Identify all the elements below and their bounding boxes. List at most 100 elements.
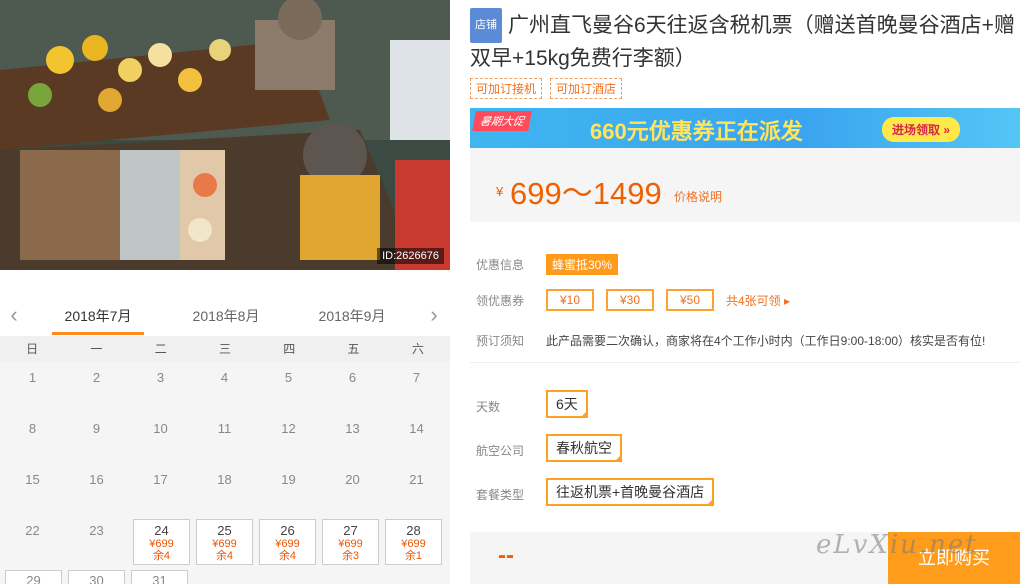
chevron-left-icon[interactable]: ‹ (4, 304, 24, 326)
calendar-day[interactable]: 26 ¥699 余4 (259, 519, 316, 565)
day-number: 5 (284, 370, 293, 385)
day-number: 16 (89, 472, 104, 487)
calendar-row: 1 2 3 4 5 6 7 (0, 362, 450, 413)
coupon-more-link[interactable]: 共4张可领 ▸ (726, 292, 790, 309)
days-option[interactable]: 6天 (546, 390, 588, 418)
day-number: 7 (412, 370, 421, 385)
product-title: 店铺 广州直飞曼谷6天往返含税机票（赠送首晚曼谷酒店+赠双早+15kg免费行李额） (470, 8, 1020, 74)
promo-label: 优惠信息 (476, 258, 525, 272)
calendar-day[interactable]: 28 ¥699 余1 (385, 519, 442, 565)
day-number: 11 (217, 421, 232, 436)
calendar-day: 7 (385, 362, 448, 413)
calendar-day: 14 (385, 413, 448, 464)
calendar-day: 29 (5, 570, 62, 584)
day-number: 26 (280, 523, 295, 538)
total-price: -- (498, 542, 514, 569)
divider (470, 362, 1020, 363)
tag-hotel: 可加订酒店 (550, 78, 623, 99)
day-number: 27 (343, 523, 358, 538)
buy-bar: -- 立即购买 (470, 532, 1020, 584)
buy-now-button[interactable]: 立即购买 (888, 532, 1020, 584)
day-remaining: 余3 (341, 550, 360, 562)
price-box: ¥ 699～1499 价格说明 (470, 148, 1020, 222)
calendar-day: 11 (193, 413, 256, 464)
tab-month-aug[interactable]: 2018年8月 (176, 306, 276, 326)
weekday-label: 三 (218, 342, 231, 356)
tab-month-sep[interactable]: 2018年9月 (302, 306, 402, 326)
coupon-label: 领优惠券 (476, 294, 525, 308)
product-photo: ID:2626676 (0, 0, 450, 270)
calendar-day: 8 (1, 413, 64, 464)
calendar-day: 3 (129, 362, 192, 413)
calendar-day: 12 (257, 413, 320, 464)
day-remaining: 余4 (152, 550, 171, 562)
day-remaining: 余4 (278, 550, 297, 562)
day-number: 9 (92, 421, 101, 436)
calendar-day: 9 (65, 413, 128, 464)
day-number: 29 (26, 573, 41, 584)
day-number: 1 (28, 370, 37, 385)
day-price: ¥699 (275, 538, 300, 550)
shop-tag[interactable]: 店铺 (470, 8, 502, 43)
coupon-10[interactable]: ¥10 (546, 289, 594, 311)
day-number: 4 (220, 370, 229, 385)
day-price: ¥699 (149, 538, 174, 550)
product-title-text: 广州直飞曼谷6天往返含税机票（赠送首晚曼谷酒店+赠双早+15kg免费行李额） (470, 14, 1015, 70)
calendar-grid: 1 2 3 4 5 6 7 8 9 10 11 12 13 14 15 16 17 18 19 20 21 22 23 24 ¥… (0, 362, 450, 584)
day-number: 10 (153, 421, 168, 436)
calendar-day: 23 (65, 515, 128, 566)
day-number: 25 (217, 523, 232, 538)
calendar-row: 22 23 24 ¥699 余4 25 ¥699 余4 26 ¥699 余4 27 ¥699 余3 28 ¥6… (0, 515, 450, 566)
day-number: 24 (154, 523, 169, 538)
tab-month-jul[interactable]: 2018年7月 (48, 306, 148, 335)
airline-label: 航空公司 (476, 444, 525, 458)
calendar-day: 20 (321, 464, 384, 515)
floating-market-image (0, 0, 450, 270)
coupon-50[interactable]: ¥50 (666, 289, 714, 311)
calendar-day: 13 (321, 413, 384, 464)
weekday-label: 四 (283, 342, 296, 356)
price-range: 699～1499 (510, 176, 662, 211)
day-number: 22 (25, 523, 40, 538)
weekday-label: 二 (154, 342, 167, 356)
calendar-day: 30 (68, 570, 125, 584)
calendar-day: 15 (1, 464, 64, 515)
month-tabs: ‹ 2018年7月 2018年8月 2018年9月 › (0, 298, 450, 336)
day-number: 15 (25, 472, 40, 487)
calendar-day: 21 (385, 464, 448, 515)
day-number: 6 (348, 370, 357, 385)
package-option[interactable]: 往返机票+首晚曼谷酒店 (546, 478, 715, 506)
price-note-link[interactable]: 价格说明 (674, 188, 722, 205)
promo-banner[interactable]: 暑期大促 660元优惠券正在派发 进场领取 » (470, 108, 1020, 148)
product-header: 店铺 广州直飞曼谷6天往返含税机票（赠送首晚曼谷酒店+赠双早+15kg免费行李额） (470, 8, 1020, 74)
weekday-label: 六 (411, 342, 424, 356)
price-symbol: ¥ (496, 184, 504, 199)
day-number: 13 (345, 421, 360, 436)
calendar-row: 8 9 10 11 12 13 14 (0, 413, 450, 464)
weekday-header: 日 一 二 三 四 五 六 (0, 336, 450, 362)
weekday-label: 一 (90, 342, 103, 356)
calendar-day: 31 (131, 570, 188, 584)
calendar-day: 16 (65, 464, 128, 515)
day-number: 30 (89, 573, 104, 584)
chevron-right-icon[interactable]: › (424, 304, 444, 326)
enter-claim-button[interactable]: 进场领取 » (881, 117, 960, 142)
calendar-day[interactable]: 25 ¥699 余4 (196, 519, 253, 565)
calendar-row: 29 30 31 (0, 566, 450, 584)
calendar-day: 22 (1, 515, 64, 566)
calendar-day[interactable]: 24 ¥699 余4 (133, 519, 190, 565)
coupon-30[interactable]: ¥30 (606, 289, 654, 311)
day-number: 8 (28, 421, 37, 436)
booking-notice: 此产品需要二次确认，商家将在4个工作小时内（工作日9:00-18:00）核实是否… (546, 334, 986, 348)
calendar-row: 15 16 17 18 19 20 21 (0, 464, 450, 515)
day-number: 28 (406, 523, 421, 538)
airline-option[interactable]: 春秋航空 (546, 434, 622, 462)
day-number: 2 (92, 370, 101, 385)
calendar-day[interactable]: 27 ¥699 余3 (322, 519, 379, 565)
banner-text: 660元优惠券正在派发 (590, 119, 803, 144)
day-number: 21 (409, 472, 424, 487)
calendar-day: 4 (193, 362, 256, 413)
calendar-day: 5 (257, 362, 320, 413)
day-number: 23 (89, 523, 104, 538)
photo-id-label: ID:2626676 (377, 248, 444, 264)
